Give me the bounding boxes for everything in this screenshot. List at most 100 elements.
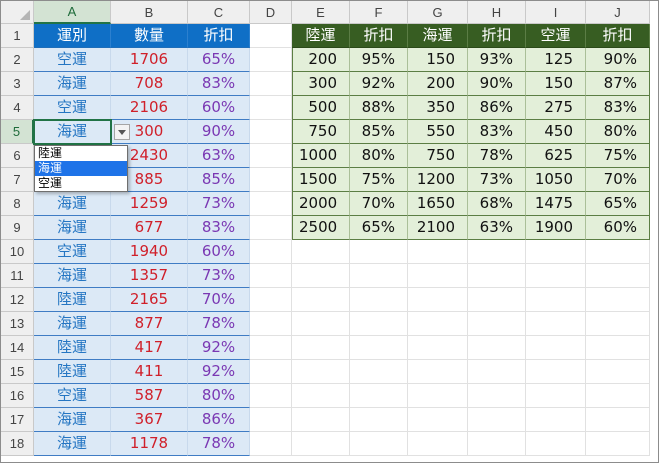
cell[interactable]: [350, 264, 408, 288]
row-header-15[interactable]: 15: [1, 360, 34, 384]
cell[interactable]: [408, 360, 468, 384]
column-header-j[interactable]: J: [586, 1, 650, 24]
column-header-e[interactable]: E: [292, 1, 350, 24]
quantity-cell[interactable]: 367: [111, 408, 188, 432]
discount-cell[interactable]: 78%: [188, 432, 250, 456]
cell[interactable]: [250, 72, 292, 96]
cell[interactable]: [292, 264, 350, 288]
column-header-h[interactable]: H: [468, 1, 526, 24]
threshold-cell[interactable]: 2500: [292, 216, 350, 240]
rate-cell[interactable]: 75%: [586, 144, 650, 168]
threshold-cell[interactable]: 200: [408, 72, 468, 96]
row-header-12[interactable]: 12: [1, 288, 34, 312]
cell[interactable]: [586, 240, 650, 264]
cell[interactable]: [468, 288, 526, 312]
cell[interactable]: [250, 192, 292, 216]
shipping-type-cell[interactable]: 空運: [34, 96, 111, 120]
row-header-3[interactable]: 3: [1, 72, 34, 96]
cell[interactable]: [468, 336, 526, 360]
dropdown-option[interactable]: 陸運: [35, 146, 127, 161]
cell[interactable]: [526, 408, 586, 432]
cell[interactable]: [408, 312, 468, 336]
cell[interactable]: [526, 432, 586, 456]
column-header-d[interactable]: D: [250, 1, 292, 24]
quantity-cell[interactable]: 1940: [111, 240, 188, 264]
cell[interactable]: [350, 432, 408, 456]
cell[interactable]: [586, 312, 650, 336]
discount-cell[interactable]: 65%: [188, 48, 250, 72]
rate-cell[interactable]: 90%: [468, 72, 526, 96]
threshold-cell[interactable]: 550: [408, 120, 468, 144]
discount-cell[interactable]: 63%: [188, 144, 250, 168]
quantity-cell[interactable]: 1706: [111, 48, 188, 72]
dropdown-option[interactable]: 海運: [35, 161, 127, 176]
cell[interactable]: [468, 384, 526, 408]
rate-cell[interactable]: 83%: [586, 96, 650, 120]
threshold-cell[interactable]: 1000: [292, 144, 350, 168]
row-header-13[interactable]: 13: [1, 312, 34, 336]
rate-cell[interactable]: 70%: [586, 168, 650, 192]
cell[interactable]: [292, 432, 350, 456]
cell[interactable]: [250, 144, 292, 168]
quantity-cell[interactable]: 1178: [111, 432, 188, 456]
row-header-8[interactable]: 8: [1, 192, 34, 216]
select-all-corner[interactable]: [1, 1, 34, 24]
cell[interactable]: [408, 408, 468, 432]
threshold-cell[interactable]: 200: [292, 48, 350, 72]
shipping-type-cell[interactable]: 海運: [34, 120, 111, 144]
cell[interactable]: [250, 24, 292, 48]
discount-cell[interactable]: 73%: [188, 192, 250, 216]
dropdown-option[interactable]: 空運: [35, 176, 127, 191]
row-header-16[interactable]: 16: [1, 384, 34, 408]
cell[interactable]: [526, 336, 586, 360]
threshold-cell[interactable]: 300: [292, 72, 350, 96]
column-header-g[interactable]: G: [408, 1, 468, 24]
quantity-cell[interactable]: 587: [111, 384, 188, 408]
cell[interactable]: [586, 432, 650, 456]
rate-cell[interactable]: 60%: [586, 216, 650, 240]
discount-cell[interactable]: 73%: [188, 264, 250, 288]
cell[interactable]: [408, 264, 468, 288]
rate-cell[interactable]: 80%: [586, 120, 650, 144]
cell[interactable]: [350, 384, 408, 408]
rate-cell[interactable]: 86%: [468, 96, 526, 120]
discount-cell[interactable]: 83%: [188, 72, 250, 96]
threshold-cell[interactable]: 1200: [408, 168, 468, 192]
cell[interactable]: [586, 264, 650, 288]
shipping-type-cell[interactable]: 陸運: [34, 360, 111, 384]
cell[interactable]: [350, 240, 408, 264]
threshold-cell[interactable]: 1475: [526, 192, 586, 216]
rate-cell[interactable]: 80%: [350, 144, 408, 168]
shipping-type-cell[interactable]: 空運: [34, 240, 111, 264]
cell[interactable]: [250, 336, 292, 360]
rate-cell[interactable]: 70%: [350, 192, 408, 216]
cell[interactable]: [468, 264, 526, 288]
column-header-i[interactable]: I: [526, 1, 586, 24]
cell[interactable]: [250, 120, 292, 144]
column-header-b[interactable]: B: [111, 1, 188, 24]
discount-cell[interactable]: 92%: [188, 360, 250, 384]
threshold-cell[interactable]: 625: [526, 144, 586, 168]
cell[interactable]: [526, 312, 586, 336]
row-header-18[interactable]: 18: [1, 432, 34, 456]
rate-cell[interactable]: 88%: [350, 96, 408, 120]
shipping-type-cell[interactable]: 陸運: [34, 336, 111, 360]
quantity-cell[interactable]: 2165: [111, 288, 188, 312]
threshold-cell[interactable]: 750: [292, 120, 350, 144]
cell[interactable]: [350, 336, 408, 360]
rate-cell[interactable]: 85%: [350, 120, 408, 144]
discount-cell[interactable]: 78%: [188, 312, 250, 336]
quantity-cell[interactable]: 708: [111, 72, 188, 96]
row-header-9[interactable]: 9: [1, 216, 34, 240]
dropdown-arrow-button[interactable]: [114, 124, 130, 140]
rate-cell[interactable]: 87%: [586, 72, 650, 96]
cell[interactable]: [292, 360, 350, 384]
rate-cell[interactable]: 93%: [468, 48, 526, 72]
cell[interactable]: [526, 240, 586, 264]
threshold-cell[interactable]: 1900: [526, 216, 586, 240]
row-header-14[interactable]: 14: [1, 336, 34, 360]
discount-cell[interactable]: 80%: [188, 384, 250, 408]
cell[interactable]: [468, 360, 526, 384]
cell[interactable]: [586, 360, 650, 384]
shipping-type-cell[interactable]: 陸運: [34, 288, 111, 312]
